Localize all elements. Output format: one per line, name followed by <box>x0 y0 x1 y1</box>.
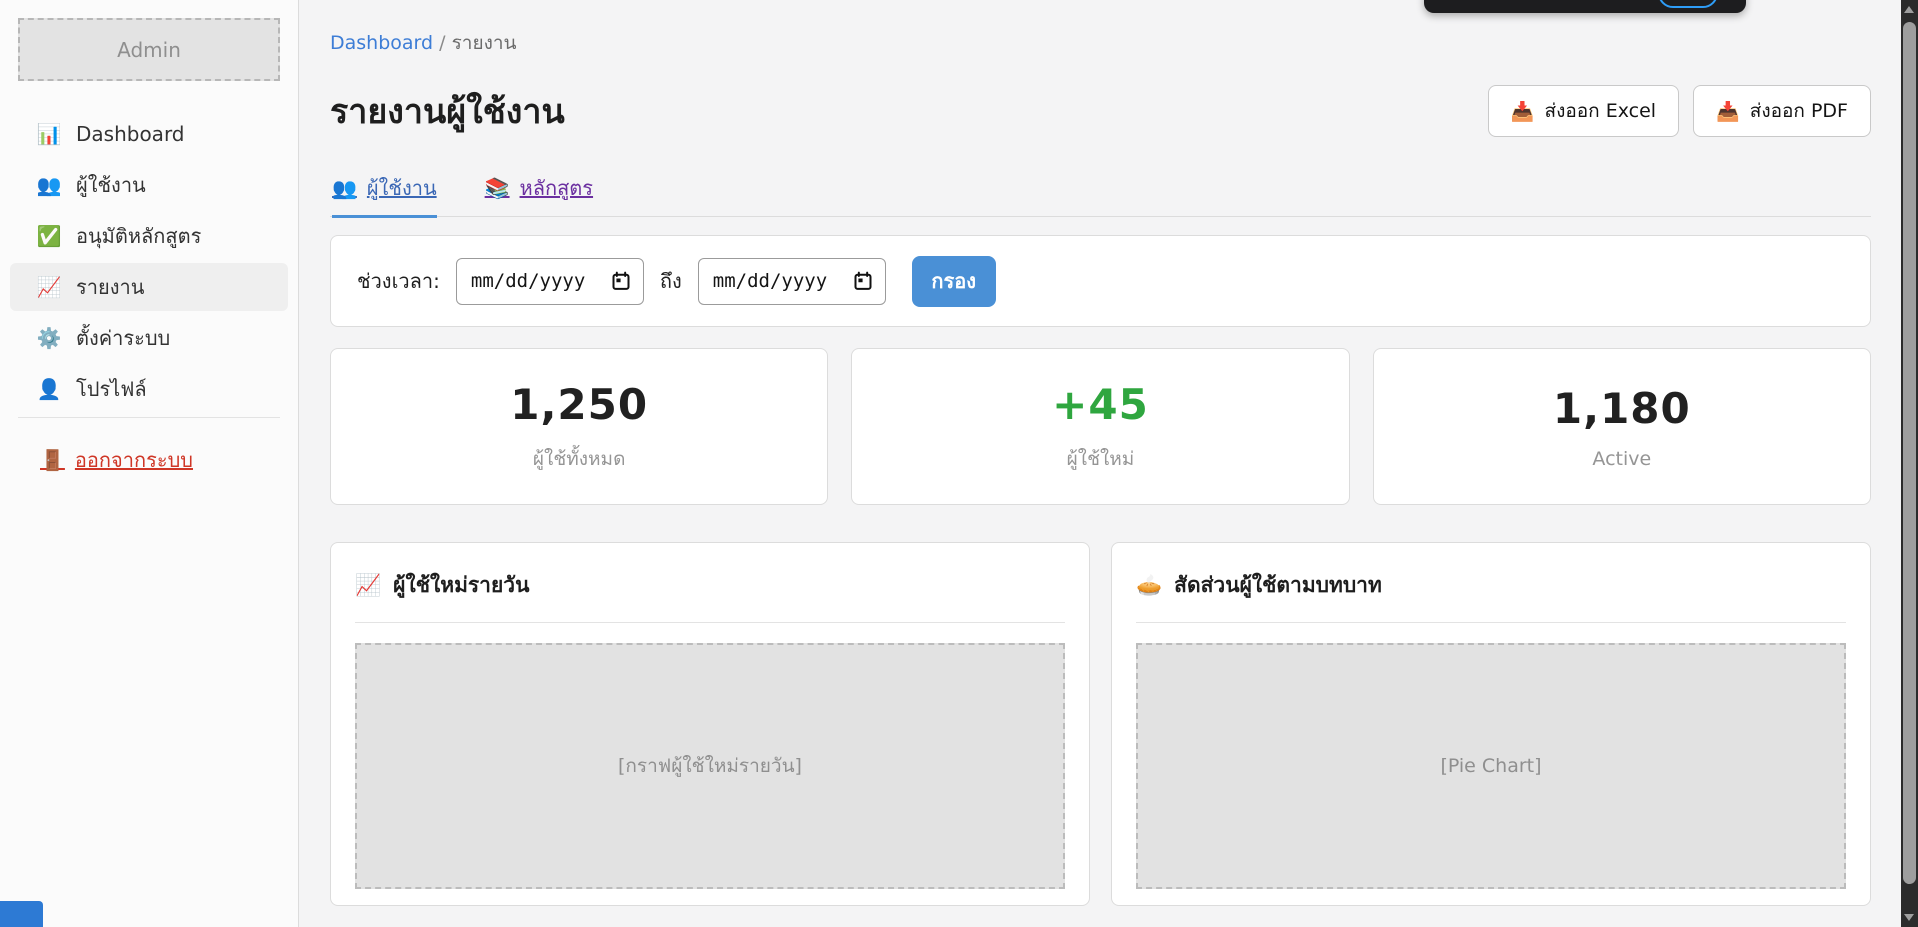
sidebar-item-label: อนุมัติหลักสูตร <box>76 220 201 252</box>
tab-courses-label: หลักสูตร <box>520 172 594 204</box>
tab-users[interactable]: 👥 ผู้ใช้งาน <box>332 172 437 218</box>
sidebar-item-settings[interactable]: ⚙️ ตั้งค่าระบบ <box>10 314 288 362</box>
stat-card-new-users: +45 ผู้ใช้ใหม่ <box>851 348 1349 505</box>
sidebar-item-course-approval[interactable]: ✅ อนุมัติหลักสูตร <box>10 212 288 260</box>
active-users-value: 1,180 <box>1553 384 1691 433</box>
breadcrumb-separator: / <box>439 32 445 54</box>
charts-row: 📈 ผู้ใช้ใหม่รายวัน [กราฟผู้ใช้ใหม่รายวัน… <box>330 542 1871 906</box>
logout-label: ออกจากระบบ <box>75 444 193 476</box>
users-by-role-chart-placeholder: [Pie Chart] <box>1136 643 1846 889</box>
stats-row: 1,250 ผู้ใช้ทั้งหมด +45 ผู้ใช้ใหม่ 1,180… <box>330 348 1871 505</box>
start-date-field <box>456 258 644 305</box>
browser-toast <box>1424 0 1746 13</box>
breadcrumb-home-link[interactable]: Dashboard <box>330 32 433 54</box>
scroll-down-arrow-icon[interactable] <box>1904 914 1914 921</box>
date-range-label: ช่วงเวลา: <box>357 265 440 297</box>
door-icon: 🚪 <box>40 448 65 472</box>
chart-divider <box>355 622 1065 623</box>
toast-button-outline[interactable] <box>1658 0 1718 8</box>
sidebar-item-label: ผู้ใช้งาน <box>76 169 146 201</box>
start-date-input[interactable] <box>469 269 587 293</box>
export-excel-label: ส่งออก Excel <box>1544 96 1656 126</box>
sidebar-item-profile[interactable]: 👤 โปรไฟล์ <box>10 365 288 413</box>
sidebar-item-label: โปรไฟล์ <box>76 373 147 405</box>
end-date-field <box>698 258 886 305</box>
vertical-scrollbar <box>1901 0 1918 927</box>
scroll-up-arrow-icon[interactable] <box>1904 6 1914 13</box>
sidebar-divider <box>18 417 280 418</box>
breadcrumb: Dashboard / รายงาน <box>330 28 1871 58</box>
to-label: ถึง <box>660 265 682 297</box>
end-date-input[interactable] <box>711 269 829 293</box>
daily-new-users-chart-title: ผู้ใช้ใหม่รายวัน <box>393 569 529 602</box>
tab-bar: 👥 ผู้ใช้งาน 📚 หลักสูตร <box>330 172 1871 217</box>
sidebar-item-users[interactable]: 👥 ผู้ใช้งาน <box>10 161 288 209</box>
date-filter-panel: ช่วงเวลา: ถึง กรอง <box>330 235 1871 327</box>
bar-chart-icon: 📊 <box>36 122 62 146</box>
sidebar: Admin 📊 Dashboard 👥 ผู้ใช้งาน ✅ อนุมัติห… <box>0 0 299 927</box>
line-chart-icon: 📈 <box>36 275 62 299</box>
chart-divider <box>1136 622 1846 623</box>
logout-link[interactable]: 🚪 ออกจากระบบ <box>40 444 193 476</box>
total-users-label: ผู้ใช้ทั้งหมด <box>533 444 626 474</box>
people-icon: 👥 <box>36 173 62 197</box>
books-icon: 📚 <box>485 176 510 200</box>
download-tray-icon: 📥 <box>1716 100 1740 123</box>
line-chart-icon: 📈 <box>355 573 381 598</box>
sidebar-item-label: รายงาน <box>76 271 144 303</box>
brand-badge: Admin <box>18 18 280 81</box>
new-users-value: +45 <box>1052 380 1149 429</box>
export-buttons: 📥 ส่งออก Excel 📥 ส่งออก PDF <box>1488 85 1871 137</box>
main-content: Dashboard / รายงาน รายงานผู้ใช้งาน 📥 ส่ง… <box>299 0 1901 927</box>
scrollbar-thumb[interactable] <box>1903 22 1916 884</box>
sidebar-item-reports[interactable]: 📈 รายงาน <box>10 263 288 311</box>
export-pdf-label: ส่งออก PDF <box>1750 96 1848 126</box>
daily-new-users-chart-placeholder: [กราฟผู้ใช้ใหม่รายวัน] <box>355 643 1065 889</box>
pie-icon: 🥧 <box>1136 573 1162 598</box>
people-icon: 👥 <box>332 176 357 200</box>
check-icon: ✅ <box>36 224 62 248</box>
tab-users-label: ผู้ใช้งาน <box>367 172 437 204</box>
calendar-icon[interactable] <box>853 271 873 291</box>
gear-icon: ⚙️ <box>36 326 62 350</box>
sidebar-item-label: Dashboard <box>76 122 185 146</box>
sidebar-item-label: ตั้งค่าระบบ <box>76 322 170 354</box>
breadcrumb-current: รายงาน <box>452 32 517 54</box>
daily-new-users-chart-card: 📈 ผู้ใช้ใหม่รายวัน [กราฟผู้ใช้ใหม่รายวัน… <box>330 542 1090 906</box>
export-excel-button[interactable]: 📥 ส่งออก Excel <box>1488 85 1679 137</box>
users-by-role-chart-card: 🥧 สัดส่วนผู้ใช้ตามบทบาท [Pie Chart] <box>1111 542 1871 906</box>
sidebar-nav: 📊 Dashboard 👥 ผู้ใช้งาน ✅ อนุมัติหลักสูต… <box>0 110 298 413</box>
sidebar-item-dashboard[interactable]: 📊 Dashboard <box>10 110 288 158</box>
active-users-label: Active <box>1592 448 1651 470</box>
page-title: รายงานผู้ใช้งาน <box>330 84 565 138</box>
new-users-label: ผู้ใช้ใหม่ <box>1067 444 1135 474</box>
person-icon: 👤 <box>36 377 62 401</box>
stat-card-total-users: 1,250 ผู้ใช้ทั้งหมด <box>330 348 828 505</box>
download-tray-icon: 📥 <box>1511 100 1535 123</box>
stat-card-active-users: 1,180 Active <box>1373 348 1871 505</box>
tab-courses[interactable]: 📚 หลักสูตร <box>485 172 593 218</box>
filter-button[interactable]: กรอง <box>912 256 996 307</box>
export-pdf-button[interactable]: 📥 ส่งออก PDF <box>1693 85 1871 137</box>
total-users-value: 1,250 <box>510 380 648 429</box>
status-chip <box>0 901 43 927</box>
calendar-icon[interactable] <box>611 271 631 291</box>
users-by-role-chart-title: สัดส่วนผู้ใช้ตามบทบาท <box>1174 569 1382 602</box>
